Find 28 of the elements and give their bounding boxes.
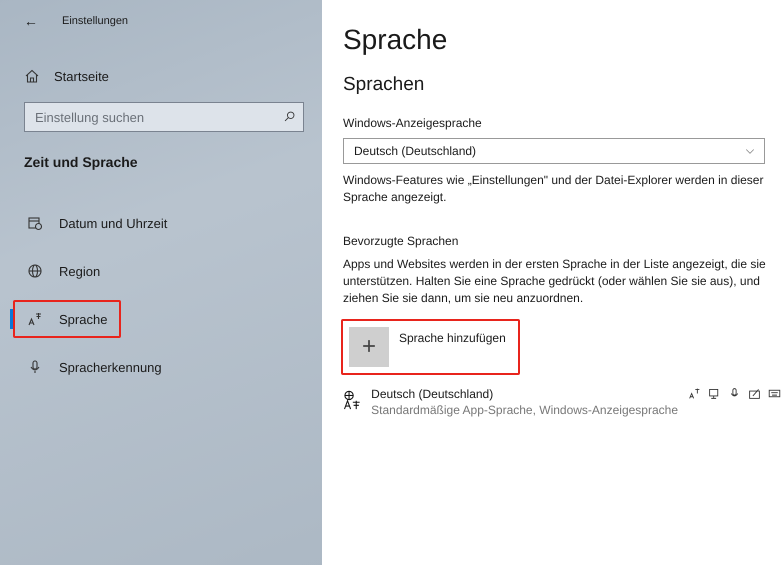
nav-item[interactable]: Datum und Uhrzeit bbox=[13, 204, 182, 242]
keyboard-icon bbox=[768, 387, 781, 400]
app-title: Einstellungen bbox=[62, 15, 128, 27]
language-detail: Standardmäßige App-Sprache, Windows-Anzeigesprache bbox=[371, 403, 678, 417]
back-button[interactable]: ← bbox=[24, 13, 38, 29]
nav-item[interactable]: Sprache bbox=[13, 300, 122, 338]
field-label: Windows-Anzeigesprache bbox=[343, 116, 483, 130]
add-language-button[interactable]: + Sprache hinzufügen bbox=[349, 327, 506, 367]
section-heading: Zeit und Sprache bbox=[24, 154, 139, 170]
section-title: Sprachen bbox=[343, 74, 426, 96]
home-icon bbox=[24, 68, 40, 84]
language-icon bbox=[27, 311, 43, 327]
search-icon bbox=[283, 110, 296, 123]
nav-item[interactable]: Region bbox=[13, 252, 114, 290]
page-title: Sprache bbox=[343, 24, 448, 56]
description-text: Apps und Websites werden in der ersten Sprache in der Liste angezeigt, die sie unterstützen. Halten Sie eine Sprache gedrückt (oder wählen Sie sie aus), und ziehen Sie sie dann, um sie neu anzuordnen. bbox=[343, 256, 767, 307]
description-text: Windows-Features wie „Einstellungen" und der Datei-Explorer werden in dieser Sprache angezeigt. bbox=[343, 172, 764, 206]
calendar-icon bbox=[27, 215, 43, 231]
monitor-icon bbox=[708, 387, 721, 400]
field-label: Bevorzugte Sprachen bbox=[343, 234, 460, 248]
search-field[interactable]: Einstellung suchen bbox=[24, 102, 304, 132]
language-icon bbox=[688, 387, 701, 400]
globe-icon bbox=[27, 263, 43, 279]
nav-item[interactable]: Spracherkennung bbox=[13, 348, 176, 386]
pen-icon bbox=[748, 387, 761, 400]
language-dropdown[interactable]: Deutsch (Deutschland) bbox=[343, 138, 765, 164]
language-name: Deutsch (Deutschland) bbox=[371, 387, 494, 401]
home-link[interactable]: Startseite bbox=[54, 68, 109, 84]
